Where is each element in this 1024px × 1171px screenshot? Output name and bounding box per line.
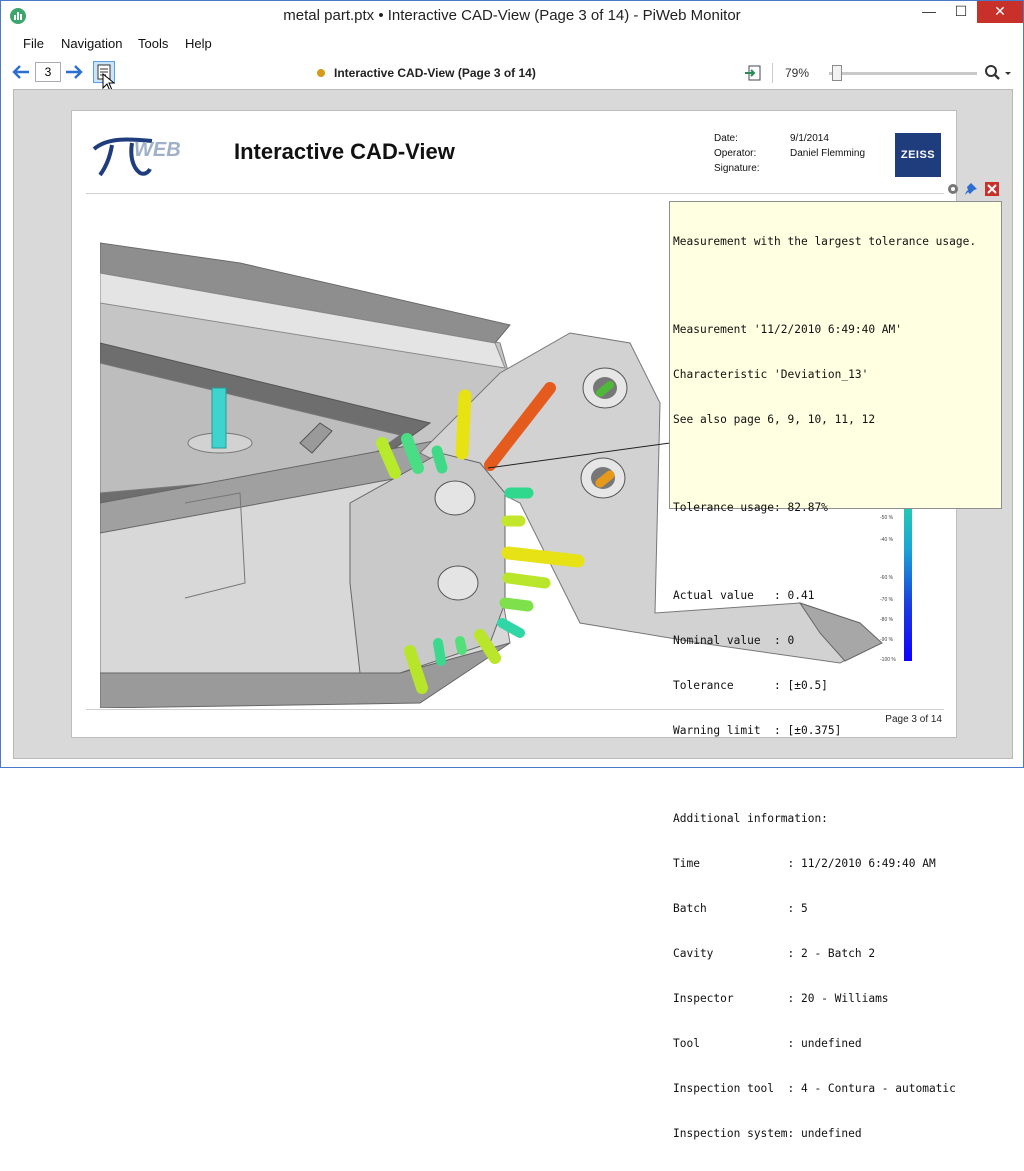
minimize-button[interactable]: — xyxy=(915,1,943,23)
export-icon[interactable] xyxy=(744,63,764,83)
forward-arrow-icon[interactable] xyxy=(65,64,83,80)
tooltip-line: Characteristic 'Deviation_13' xyxy=(673,368,869,381)
tooltip-line: Tool : undefined xyxy=(673,1037,862,1050)
tooltip-line: Tolerance : [±0.5] xyxy=(673,679,828,692)
page-number-input[interactable]: 3 xyxy=(35,62,61,82)
meta-label-operator: Operator: xyxy=(714,148,757,159)
tooltip-line: Time : 11/2/2010 6:49:40 AM xyxy=(673,857,936,870)
title-bar: metal part.ptx • Interactive CAD-View (P… xyxy=(1,1,1023,31)
menu-file[interactable]: File xyxy=(23,36,44,51)
app-window: metal part.ptx • Interactive CAD-View (P… xyxy=(0,0,1024,1140)
tooltip-line: Cavity : 2 - Batch 2 xyxy=(673,947,876,960)
meta-label-date: Date: xyxy=(714,133,738,144)
menu-help[interactable]: Help xyxy=(185,36,212,51)
close-button[interactable]: ✕ xyxy=(977,1,1023,23)
tooltip-line: Inspection system: undefined xyxy=(673,1127,862,1140)
zoom-slider-thumb[interactable] xyxy=(832,65,842,81)
meta-value-operator: Daniel Flemming xyxy=(790,148,866,159)
measurement-tooltip: Measurement with the largest tolerance u… xyxy=(669,201,1002,1140)
header-divider xyxy=(86,193,944,194)
tooltip-line: Tolerance usage: 82.87% xyxy=(673,501,828,514)
tooltip-line: Measurement '11/2/2010 6:49:40 AM' xyxy=(673,323,903,336)
menu-tools[interactable]: Tools xyxy=(138,36,168,51)
tooltip-line xyxy=(673,545,998,558)
tooltip-line: Inspection tool : 4 - Contura - automati… xyxy=(673,1082,956,1095)
tooltip-line xyxy=(673,279,998,292)
tooltip-line: See also page 6, 9, 10, 11, 12 xyxy=(673,413,876,426)
zoom-slider-track[interactable] xyxy=(829,72,977,75)
zoom-level: 79% xyxy=(785,66,810,80)
back-arrow-icon[interactable] xyxy=(12,64,30,80)
toolbar-separator xyxy=(772,63,773,83)
menu-navigation[interactable]: Navigation xyxy=(61,36,122,51)
tooltip-line: Actual value : 0.41 xyxy=(673,589,815,602)
meta-value-date: 9/1/2014 xyxy=(790,133,829,144)
menu-bar: File Navigation Tools Help xyxy=(1,33,1023,55)
tooltip-line: Warning limit : [±0.375] xyxy=(673,724,842,737)
panel-controls xyxy=(948,182,999,196)
tooltip-line: Additional information: xyxy=(673,812,828,825)
status-dot xyxy=(317,69,325,77)
gear-icon[interactable] xyxy=(948,184,958,194)
pin-icon[interactable] xyxy=(965,183,977,195)
document-viewer[interactable]: WEB Interactive CAD-View Date: 9/1/2014 … xyxy=(13,89,1013,1140)
report-title: Interactive CAD-View xyxy=(234,139,455,164)
tooltip-line: Nominal value : 0 xyxy=(673,634,795,647)
window-title: metal part.ptx • Interactive CAD-View (P… xyxy=(283,7,741,24)
tooltip-line: Measurement with the largest tolerance u… xyxy=(673,235,977,248)
logo-text: WEB xyxy=(134,139,181,161)
tooltip-line xyxy=(673,457,998,470)
maximize-button[interactable]: ☐ xyxy=(947,1,975,23)
tooltip-line: Batch : 5 xyxy=(673,902,808,915)
zoom-search-icon[interactable] xyxy=(984,64,1012,82)
meta-label-signature: Signature: xyxy=(714,163,760,174)
tooltip-line: Inspector : 20 - Williams xyxy=(673,992,889,1005)
zeiss-logo: ZEISS xyxy=(895,133,941,177)
close-panel-icon[interactable] xyxy=(985,182,999,196)
toolbar: 3 Interactive CAD-View (Page 3 of 14) 79… xyxy=(1,59,1023,92)
tooltip-line xyxy=(673,768,998,781)
toolbar-doc-title: Interactive CAD-View (Page 3 of 14) xyxy=(334,66,536,80)
